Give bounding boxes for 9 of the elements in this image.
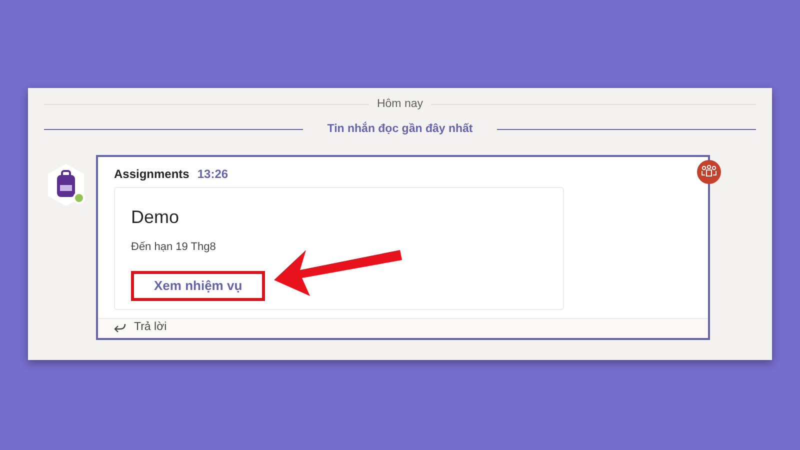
assignment-title: Demo [131, 206, 180, 228]
due-date: Đến hạn 19 Thg8 [131, 240, 216, 254]
message-time: 13:26 [197, 166, 228, 182]
unread-divider-label: Tin nhắn đọc gần đây nhất [327, 121, 473, 138]
reply-icon [114, 323, 126, 333]
sender-name: Assignments [114, 166, 190, 182]
view-assignment-button[interactable]: Xem nhiệm vụ [131, 271, 266, 300]
day-label: Hôm nay [376, 97, 424, 112]
reply-link[interactable]: Trả lời [134, 319, 167, 337]
